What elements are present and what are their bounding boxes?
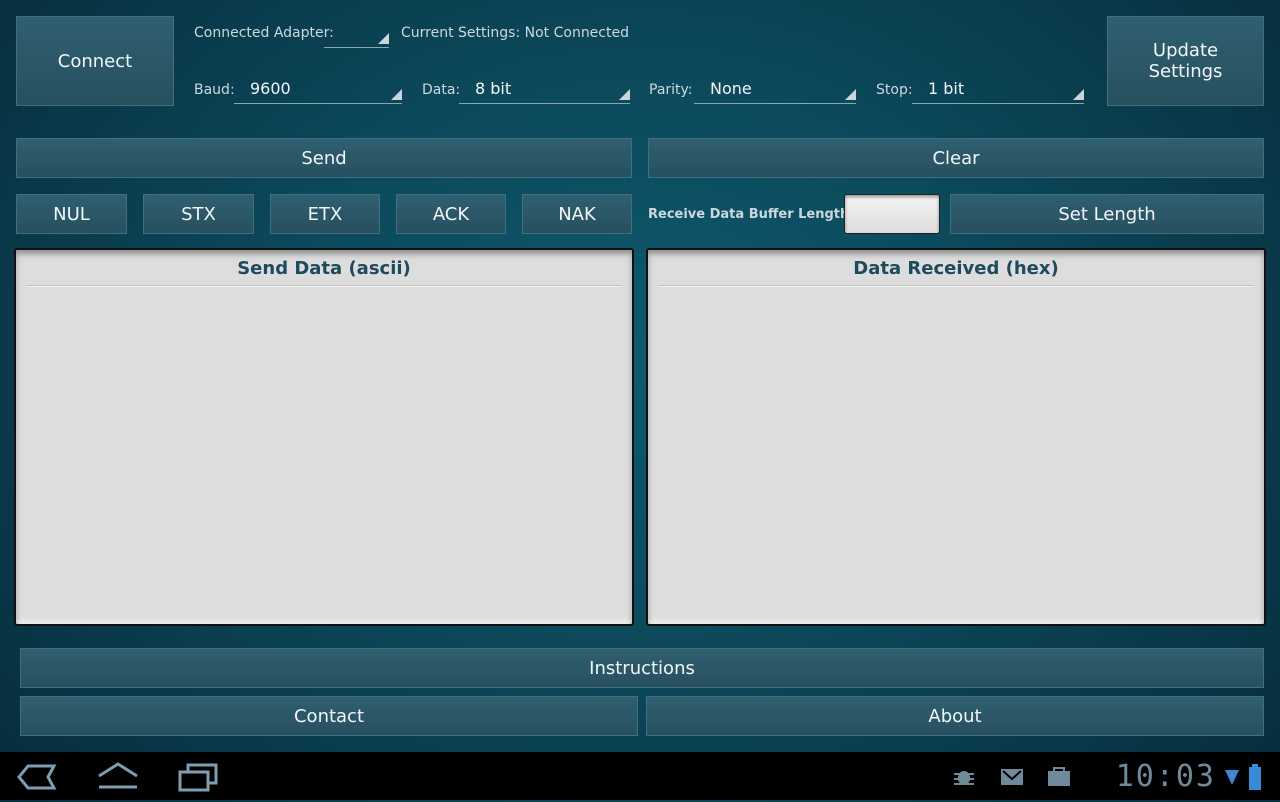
etx-label: ETX (307, 203, 343, 225)
connect-button[interactable]: Connect (16, 16, 174, 106)
dropdown-arrow-icon (1073, 89, 1084, 100)
set-length-button[interactable]: Set Length (950, 194, 1264, 234)
system-bar: 10:03 (0, 752, 1280, 800)
parity-value: None (710, 79, 752, 98)
about-button[interactable]: About (646, 696, 1264, 736)
gmail-icon (1000, 768, 1024, 786)
send-data-title: Send Data (ascii) (237, 258, 411, 279)
data-bits-label: Data: (422, 82, 461, 98)
data-bits-spinner[interactable]: 8 bit (459, 78, 630, 104)
debug-icon (952, 766, 976, 788)
clear-label: Clear (932, 147, 980, 169)
about-label: About (928, 705, 982, 727)
stop-bits-label: Stop: (876, 82, 913, 98)
contact-label: Contact (293, 705, 365, 727)
nak-button[interactable]: NAK (522, 194, 632, 234)
nak-label: NAK (558, 203, 596, 225)
buffer-length-label: Receive Data Buffer Length: (648, 207, 855, 222)
dropdown-arrow-icon (619, 89, 630, 100)
update-settings-label-line2: Settings (1148, 61, 1223, 82)
status-clock: 10:03 (1115, 759, 1216, 794)
instructions-label: Instructions (589, 657, 695, 679)
received-data-divider (658, 285, 1254, 287)
stx-label: STX (181, 203, 216, 225)
received-data-title: Data Received (hex) (853, 258, 1059, 279)
connected-adapter-spinner[interactable] (324, 24, 389, 48)
instructions-button[interactable]: Instructions (20, 648, 1264, 688)
ack-button[interactable]: ACK (396, 194, 506, 234)
connected-adapter-label: Connected Adapter: (194, 25, 334, 41)
send-data-panel[interactable]: Send Data (ascii) (14, 248, 634, 626)
ack-label: ACK (432, 203, 470, 225)
clear-button[interactable]: Clear (648, 138, 1264, 178)
market-icon (1046, 764, 1072, 788)
data-bits-value: 8 bit (475, 79, 512, 98)
stx-button[interactable]: STX (143, 194, 254, 234)
baud-label: Baud: (194, 82, 235, 98)
nul-label: NUL (53, 203, 90, 225)
baud-spinner[interactable]: 9600 (234, 78, 402, 104)
contact-button[interactable]: Contact (20, 696, 638, 736)
dropdown-arrow-icon (391, 89, 402, 100)
baud-value: 9600 (250, 79, 291, 98)
current-settings-status: Current Settings: Not Connected (401, 25, 629, 41)
send-label: Send (301, 147, 347, 169)
stop-bits-value: 1 bit (928, 79, 965, 98)
battery-icon (1248, 764, 1262, 790)
wifi-icon (1224, 768, 1240, 786)
home-icon[interactable] (95, 760, 141, 794)
recent-apps-icon[interactable] (176, 760, 222, 794)
parity-label: Parity: (649, 82, 693, 98)
dropdown-arrow-icon (378, 33, 389, 44)
nul-button[interactable]: NUL (16, 194, 127, 234)
parity-spinner[interactable]: None (694, 78, 856, 104)
set-length-label: Set Length (1058, 203, 1156, 225)
stop-bits-spinner[interactable]: 1 bit (912, 78, 1084, 104)
etx-button[interactable]: ETX (270, 194, 380, 234)
received-data-panel: Data Received (hex) (646, 248, 1266, 626)
send-button[interactable]: Send (16, 138, 632, 178)
update-settings-label-line1: Update (1152, 40, 1219, 61)
update-settings-button[interactable]: Update Settings (1107, 16, 1264, 106)
dropdown-arrow-icon (845, 89, 856, 100)
send-data-divider (26, 285, 622, 287)
back-icon[interactable] (14, 760, 60, 794)
buffer-length-input[interactable] (844, 194, 940, 234)
connect-label: Connect (57, 50, 133, 72)
